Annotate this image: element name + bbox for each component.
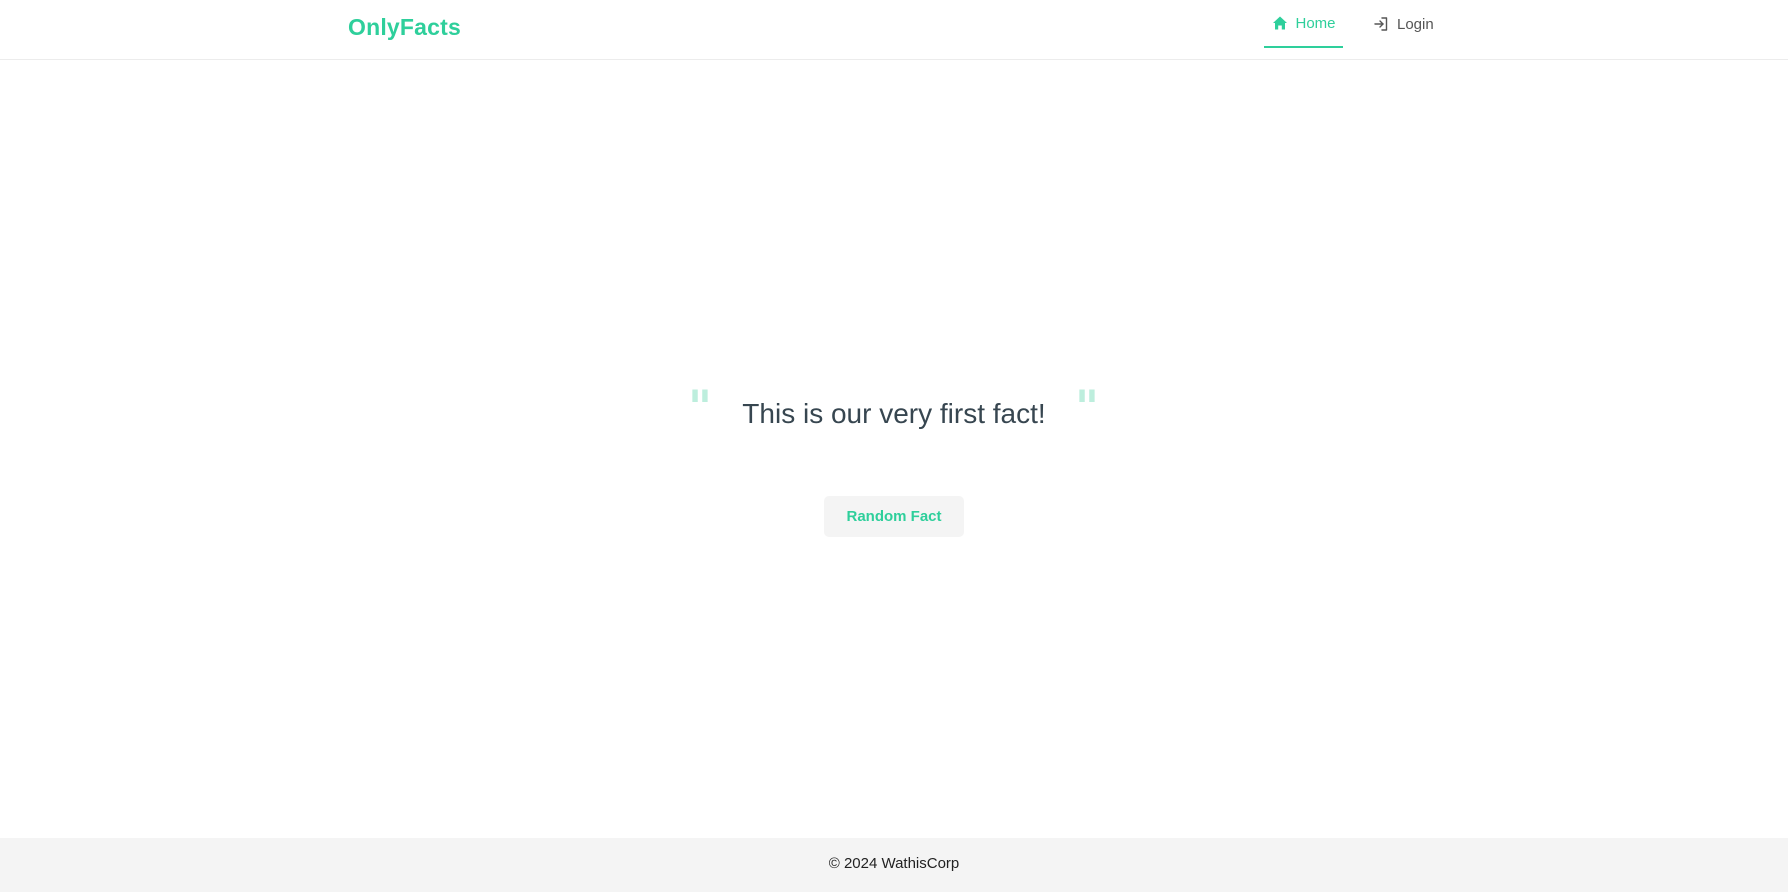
login-icon xyxy=(1373,16,1389,32)
close-quote-icon: " xyxy=(1075,380,1099,434)
top-navbar: OnlyFacts Home Login xyxy=(0,0,1788,60)
fact-container: " This is our very first fact! " xyxy=(0,380,1788,460)
home-icon xyxy=(1272,15,1288,31)
brand-logo[interactable]: OnlyFacts xyxy=(348,14,461,41)
footer: © 2024 WathisCorp xyxy=(0,838,1788,892)
nav-item-label: Home xyxy=(1295,14,1336,32)
page: OnlyFacts Home Login " This is our very … xyxy=(0,0,1788,892)
nav-item-login[interactable]: Login xyxy=(1365,0,1442,48)
nav-item-label: Login xyxy=(1397,15,1434,33)
random-fact-button[interactable]: Random Fact xyxy=(824,496,964,537)
fact-text: This is our very first fact! xyxy=(742,398,1046,429)
nav-item-home[interactable]: Home xyxy=(1264,0,1343,48)
main-nav: Home Login xyxy=(1264,0,1442,60)
footer-copyright: © 2024 WathisCorp xyxy=(828,855,960,872)
